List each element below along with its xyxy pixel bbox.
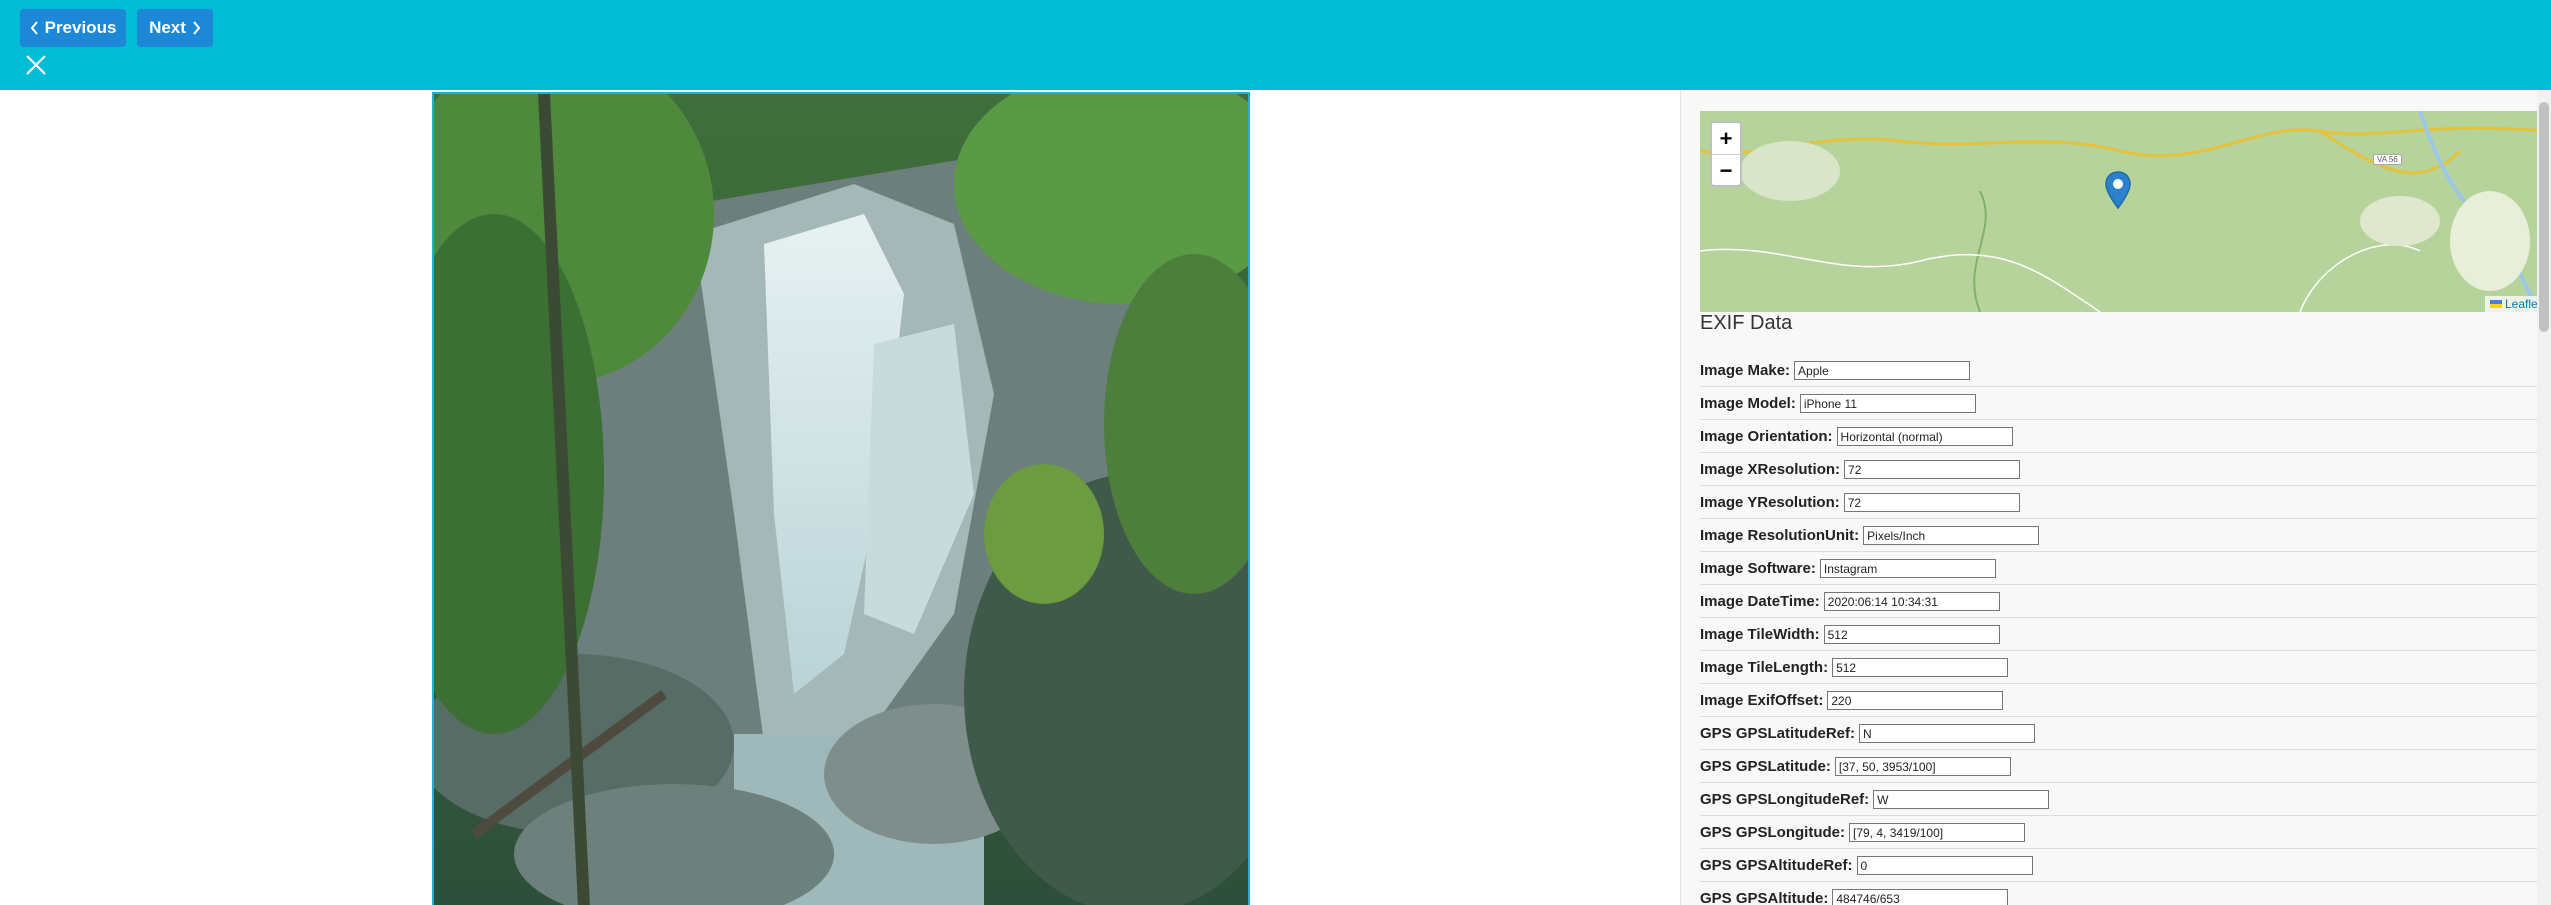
exif-label: GPS GPSLatitudeRef: <box>1700 725 1856 742</box>
exif-label: Image YResolution: <box>1700 494 1840 511</box>
exif-row: Image YResolution: <box>1700 487 2546 519</box>
road-label: VA 56 <box>2373 154 2402 165</box>
waterfall-photo <box>432 92 1250 905</box>
exif-value-field[interactable] <box>1836 427 2013 446</box>
exif-row: Image TileWidth: <box>1700 619 2546 651</box>
exif-label: Image Model: <box>1700 395 1796 412</box>
exif-row: Image XResolution: <box>1700 454 2546 486</box>
exif-value-field[interactable] <box>1863 526 2040 545</box>
exif-label: GPS GPSLongitudeRef: <box>1700 791 1870 808</box>
map-marker-icon[interactable] <box>2105 171 2131 209</box>
exif-row: Image TileLength: <box>1700 652 2546 684</box>
exif-value-field[interactable] <box>1799 394 1976 413</box>
exif-value-field[interactable] <box>1844 460 2021 479</box>
ukraine-flag-icon <box>2489 300 2502 308</box>
exif-title: EXIF Data <box>1700 312 1793 334</box>
exif-row: GPS GPSLongitude: <box>1700 817 2546 849</box>
next-button-label: Next <box>149 18 186 37</box>
exif-row: Image ExifOffset: <box>1700 685 2546 717</box>
exif-value-field[interactable] <box>1843 493 2020 512</box>
exif-value-field[interactable] <box>1823 592 2000 611</box>
exif-value-field[interactable] <box>1859 724 2036 743</box>
exif-value-field[interactable] <box>1832 658 2009 677</box>
exif-label: Image TileWidth: <box>1700 626 1820 643</box>
chevron-right-icon <box>193 21 201 35</box>
exif-row: Image Software: <box>1700 553 2546 585</box>
exif-row: Image Model: <box>1700 388 2546 420</box>
exif-row: Image DateTime: <box>1700 586 2546 618</box>
exif-value-field[interactable] <box>1873 790 2050 809</box>
zoom-out-button[interactable]: − <box>1712 154 1740 186</box>
exif-label: Image TileLength: <box>1700 659 1829 676</box>
scrollbar-thumb[interactable] <box>2539 102 2549 332</box>
previous-button[interactable]: Previous <box>20 9 126 47</box>
previous-button-label: Previous <box>44 18 117 37</box>
exif-row: GPS GPSLongitudeRef: <box>1700 784 2546 816</box>
zoom-control: + − <box>1710 121 1742 187</box>
exif-value-field[interactable] <box>1856 856 2033 875</box>
exif-panel: VA 56 + − Leaflet EXIF Data Image Make:I… <box>1680 90 2551 905</box>
image-viewer <box>0 90 1680 905</box>
exif-label: GPS GPSAltitude: <box>1700 890 1829 905</box>
exif-label: Image DateTime: <box>1700 593 1820 610</box>
exif-row: Image Make: <box>1700 355 2546 387</box>
exif-row: GPS GPSLatitudeRef: <box>1700 718 2546 750</box>
chevron-left-icon <box>30 21 38 35</box>
exif-label: GPS GPSLongitude: <box>1700 824 1845 841</box>
exif-label: Image ExifOffset: <box>1700 692 1824 709</box>
location-map[interactable]: VA 56 + − Leaflet <box>1700 111 2546 312</box>
exif-label: GPS GPSLatitude: <box>1700 758 1831 775</box>
exif-label: GPS GPSAltitudeRef: <box>1700 857 1853 874</box>
leaflet-link[interactable]: Leaflet <box>2505 297 2541 311</box>
panel-scrollbar[interactable] <box>2537 90 2551 905</box>
zoom-in-button[interactable]: + <box>1712 123 1740 154</box>
exif-row: GPS GPSAltitude: <box>1700 883 2546 905</box>
exif-value-field[interactable] <box>1819 559 1996 578</box>
exif-label: Image Make: <box>1700 362 1791 379</box>
exif-value-field[interactable] <box>1849 823 2025 842</box>
next-button[interactable]: Next <box>137 9 213 47</box>
exif-list: Image Make: Image Model: Image Orientation… <box>1700 355 2546 905</box>
exif-label: Image Orientation: <box>1700 428 1833 445</box>
exif-label: Image XResolution: <box>1700 461 1841 478</box>
exif-row: Image Orientation: <box>1700 421 2546 453</box>
exif-label: Image Software: <box>1700 560 1816 577</box>
exif-row: GPS GPSLatitude: <box>1700 751 2546 783</box>
exif-value-field[interactable] <box>1834 757 2011 776</box>
close-icon[interactable] <box>22 51 50 79</box>
exif-value-field[interactable] <box>1794 361 1971 380</box>
exif-value-field[interactable] <box>1832 889 2009 905</box>
exif-value-field[interactable] <box>1827 691 2004 710</box>
top-toolbar: Previous Next <box>0 0 2551 90</box>
exif-row: GPS GPSAltitudeRef: <box>1700 850 2546 882</box>
exif-label: Image ResolutionUnit: <box>1700 527 1860 544</box>
exif-row: Image ResolutionUnit: <box>1700 520 2546 552</box>
exif-value-field[interactable] <box>1823 625 2000 644</box>
